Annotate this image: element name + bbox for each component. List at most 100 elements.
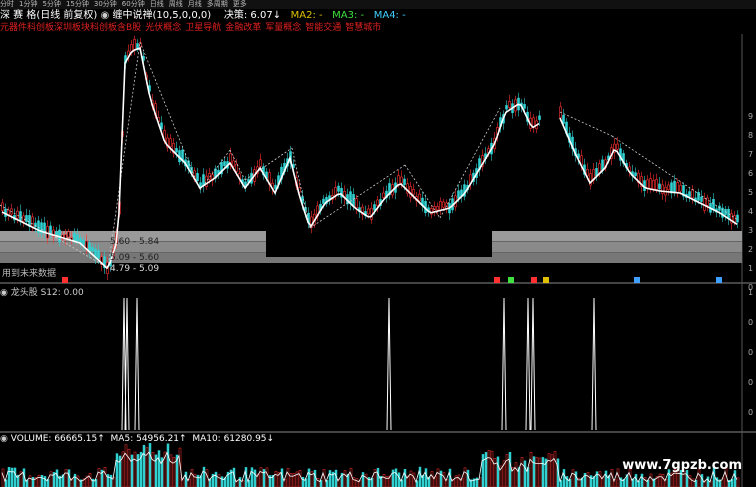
signal-title: 龙头股 S12: 0.00 <box>10 288 84 298</box>
candle-body <box>442 201 445 208</box>
event-marker <box>531 277 537 283</box>
candle-body <box>169 138 172 148</box>
candle-body <box>712 198 715 211</box>
volume-bar <box>430 471 434 487</box>
candle-body <box>676 182 679 193</box>
volume-ma5: MA5: 54956.21↑ <box>110 434 187 444</box>
candle-body <box>55 231 58 236</box>
candle-body <box>646 179 649 189</box>
volume-bar <box>301 476 305 487</box>
axis-tick: 1 <box>748 288 754 297</box>
volume-bar <box>313 469 317 487</box>
volume-bar <box>382 474 386 487</box>
candle-body <box>73 232 76 241</box>
candle-body <box>667 184 670 191</box>
volume-bar <box>553 451 557 487</box>
volume-bar <box>37 474 41 487</box>
volume-bar <box>595 471 599 487</box>
candle-body <box>322 198 325 204</box>
candle-body <box>31 216 34 228</box>
volume-bar <box>586 472 590 487</box>
candle-body <box>508 101 511 108</box>
volume-bar <box>157 450 161 487</box>
candle-body <box>649 178 652 189</box>
volume-bar <box>394 468 398 487</box>
volume-bar <box>490 450 494 487</box>
event-marker <box>716 277 722 283</box>
volume-bar <box>148 443 152 487</box>
candle-body <box>352 194 355 207</box>
candle-body <box>505 105 508 110</box>
volume-bar <box>481 454 485 487</box>
volume-bar <box>376 467 380 487</box>
volume-bar <box>514 462 518 487</box>
candle-body <box>82 239 85 245</box>
signal-spike <box>525 297 531 431</box>
panel-icon[interactable]: ◉ <box>0 434 8 444</box>
volume-bar <box>736 477 740 487</box>
volume-bar <box>76 475 80 487</box>
volume-bar <box>604 470 608 487</box>
event-marker <box>494 277 500 283</box>
candle-body <box>457 190 460 199</box>
candle-body <box>733 215 736 223</box>
band-label-2: 5.09 - 5.60 <box>110 253 160 263</box>
event-marker <box>62 277 68 283</box>
volume-bar <box>442 472 446 487</box>
volume-bar <box>190 468 194 487</box>
candle-body <box>25 215 28 222</box>
volume-value: VOLUME: 66665.15↑ <box>10 434 105 444</box>
candle-body <box>97 250 100 259</box>
candle-body <box>355 198 358 209</box>
candle-body <box>19 211 22 221</box>
volume-bar <box>97 468 101 487</box>
volume-bar <box>40 474 44 487</box>
volume-bar <box>493 458 497 487</box>
candle-body <box>205 175 208 188</box>
volume-bar <box>253 469 257 487</box>
volume-bar <box>508 451 512 487</box>
candle-body <box>199 182 202 187</box>
volume-bar <box>574 471 578 487</box>
volume-bar <box>349 467 353 487</box>
volume-bar <box>619 477 623 487</box>
candle-body <box>679 184 682 192</box>
candle-body <box>538 115 541 120</box>
volume-bar <box>127 448 131 487</box>
axis-tick: 0 <box>748 348 754 357</box>
volume-bar <box>136 454 140 487</box>
volume-bar <box>439 470 443 487</box>
volume-bar <box>385 475 389 487</box>
volume-bar <box>409 470 413 487</box>
volume-bar <box>217 474 221 487</box>
volume-bar <box>28 475 32 487</box>
axis-tick: 7 <box>748 150 754 159</box>
volume-bar <box>505 454 509 487</box>
candle-body <box>436 206 439 211</box>
volume-bar <box>562 469 566 487</box>
volume-bar <box>103 467 107 487</box>
volume-bar <box>328 470 332 487</box>
volume-bar <box>418 466 422 487</box>
volume-bar <box>688 475 692 487</box>
candle-body <box>232 160 235 167</box>
panel-icon[interactable]: ◉ <box>0 288 8 298</box>
axis-tick: 0 <box>748 378 754 387</box>
volume-bar <box>268 475 272 487</box>
volume-bar <box>214 471 218 487</box>
volume-bar <box>529 452 533 487</box>
signal-spike <box>124 297 130 431</box>
event-markers <box>62 277 722 283</box>
volume-bar <box>109 474 113 487</box>
axis-tick: 1 <box>748 264 754 273</box>
volume-bar <box>367 477 371 487</box>
volume-bar <box>424 468 428 487</box>
volume-bar <box>151 452 155 487</box>
volume-bar <box>142 444 146 487</box>
axis-tick: 9 <box>748 112 754 121</box>
candle-body <box>76 234 79 242</box>
volume-bar <box>484 452 488 487</box>
volume-bar <box>184 471 188 487</box>
candle-body <box>652 179 655 190</box>
volume-bar <box>541 457 545 487</box>
